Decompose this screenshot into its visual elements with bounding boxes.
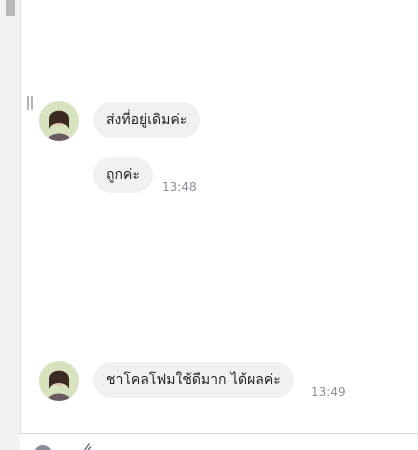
avatar[interactable]	[39, 101, 79, 141]
avatar-photo-icon	[39, 101, 79, 141]
message-bubble[interactable]: ถูกค่ะ	[93, 157, 153, 193]
message-bubble[interactable]: ส่งที่อยู่เดิมค่ะ	[93, 102, 201, 138]
message-time: 13:49	[311, 385, 346, 399]
avatar[interactable]	[39, 361, 79, 401]
paperclip-icon[interactable]	[80, 441, 94, 450]
message-time: 13:48	[162, 180, 197, 194]
drag-handle-icon[interactable]	[27, 96, 33, 110]
scrollbar-thumb[interactable]	[6, 0, 15, 16]
emoji-icon[interactable]	[34, 445, 52, 450]
chat-window: ส่งที่อยู่เดิมค่ะ ถูกค่ะ 13:48 ชาโคลโฟมใ…	[0, 0, 418, 450]
avatar-photo-icon	[39, 361, 79, 401]
message-bubble[interactable]: ชาโคลโฟมใช้ดีมาก ได้ผลค่ะ	[93, 362, 294, 398]
left-scroll-rail	[0, 0, 21, 450]
message-text: ถูกค่ะ	[106, 167, 140, 183]
message-text: ส่งที่อยู่เดิมค่ะ	[106, 112, 188, 128]
message-composer[interactable]	[20, 433, 418, 450]
message-text: ชาโคลโฟมใช้ดีมาก ได้ผลค่ะ	[106, 372, 281, 388]
